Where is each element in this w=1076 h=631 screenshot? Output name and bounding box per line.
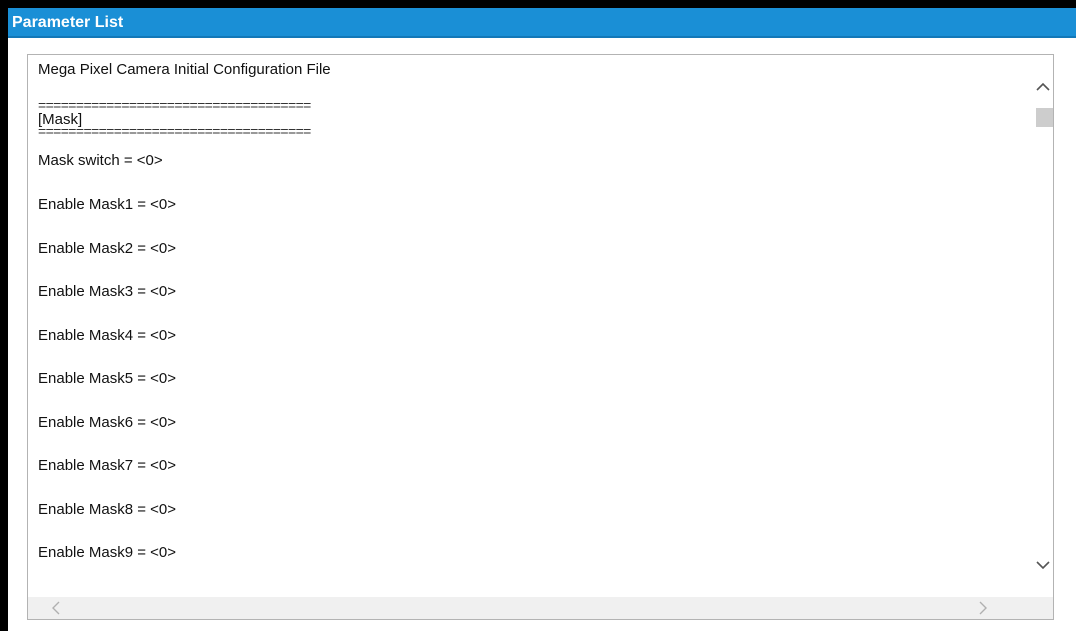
- config-line-enable-mask7: Enable Mask7 = <0>: [38, 457, 177, 474]
- config-line-enable-mask5: Enable Mask5 = <0>: [38, 370, 177, 387]
- chevron-right-icon: [979, 601, 987, 615]
- separator-line: ====================================: [38, 123, 311, 139]
- config-line-enable-mask8: Enable Mask8 = <0>: [38, 501, 177, 518]
- panel-title: Parameter List: [12, 14, 124, 31]
- config-line-mask-switch: Mask switch = <0>: [38, 152, 163, 169]
- scroll-down-button[interactable]: [1033, 555, 1053, 575]
- chevron-left-icon: [52, 601, 60, 615]
- config-line-enable-mask6: Enable Mask6 = <0>: [38, 414, 177, 431]
- horizontal-scrollbar[interactable]: [28, 597, 1033, 619]
- scroll-up-button[interactable]: [1033, 77, 1053, 97]
- parameter-panel: Mega Pixel Camera Initial Configuration …: [8, 38, 1076, 631]
- scroll-right-button[interactable]: [973, 597, 993, 619]
- chevron-down-icon: [1036, 561, 1050, 570]
- scroll-left-button[interactable]: [46, 597, 66, 619]
- title-bar: Parameter List: [8, 8, 1076, 38]
- config-line-enable-mask2: Enable Mask2 = <0>: [38, 240, 177, 257]
- config-line-enable-mask3: Enable Mask3 = <0>: [38, 283, 177, 300]
- vertical-scrollbar[interactable]: [1033, 55, 1053, 598]
- config-line-enable-mask4: Enable Mask4 = <0>: [38, 327, 177, 344]
- config-file-header: Mega Pixel Camera Initial Configuration …: [38, 61, 331, 78]
- chevron-up-icon: [1036, 82, 1050, 91]
- parameter-list-window: Parameter List Mega Pixel Camera Initial…: [8, 8, 1076, 631]
- vertical-scroll-thumb[interactable]: [1036, 108, 1053, 127]
- separator-line: ====================================: [38, 97, 311, 113]
- config-line-enable-mask9: Enable Mask9 = <0>: [38, 544, 177, 561]
- config-line-enable-mask1: Enable Mask1 = <0>: [38, 196, 177, 213]
- parameter-textarea[interactable]: Mega Pixel Camera Initial Configuration …: [27, 54, 1054, 620]
- scrollbar-corner: [1033, 597, 1053, 619]
- parameter-text-content[interactable]: Mega Pixel Camera Initial Configuration …: [28, 55, 1033, 598]
